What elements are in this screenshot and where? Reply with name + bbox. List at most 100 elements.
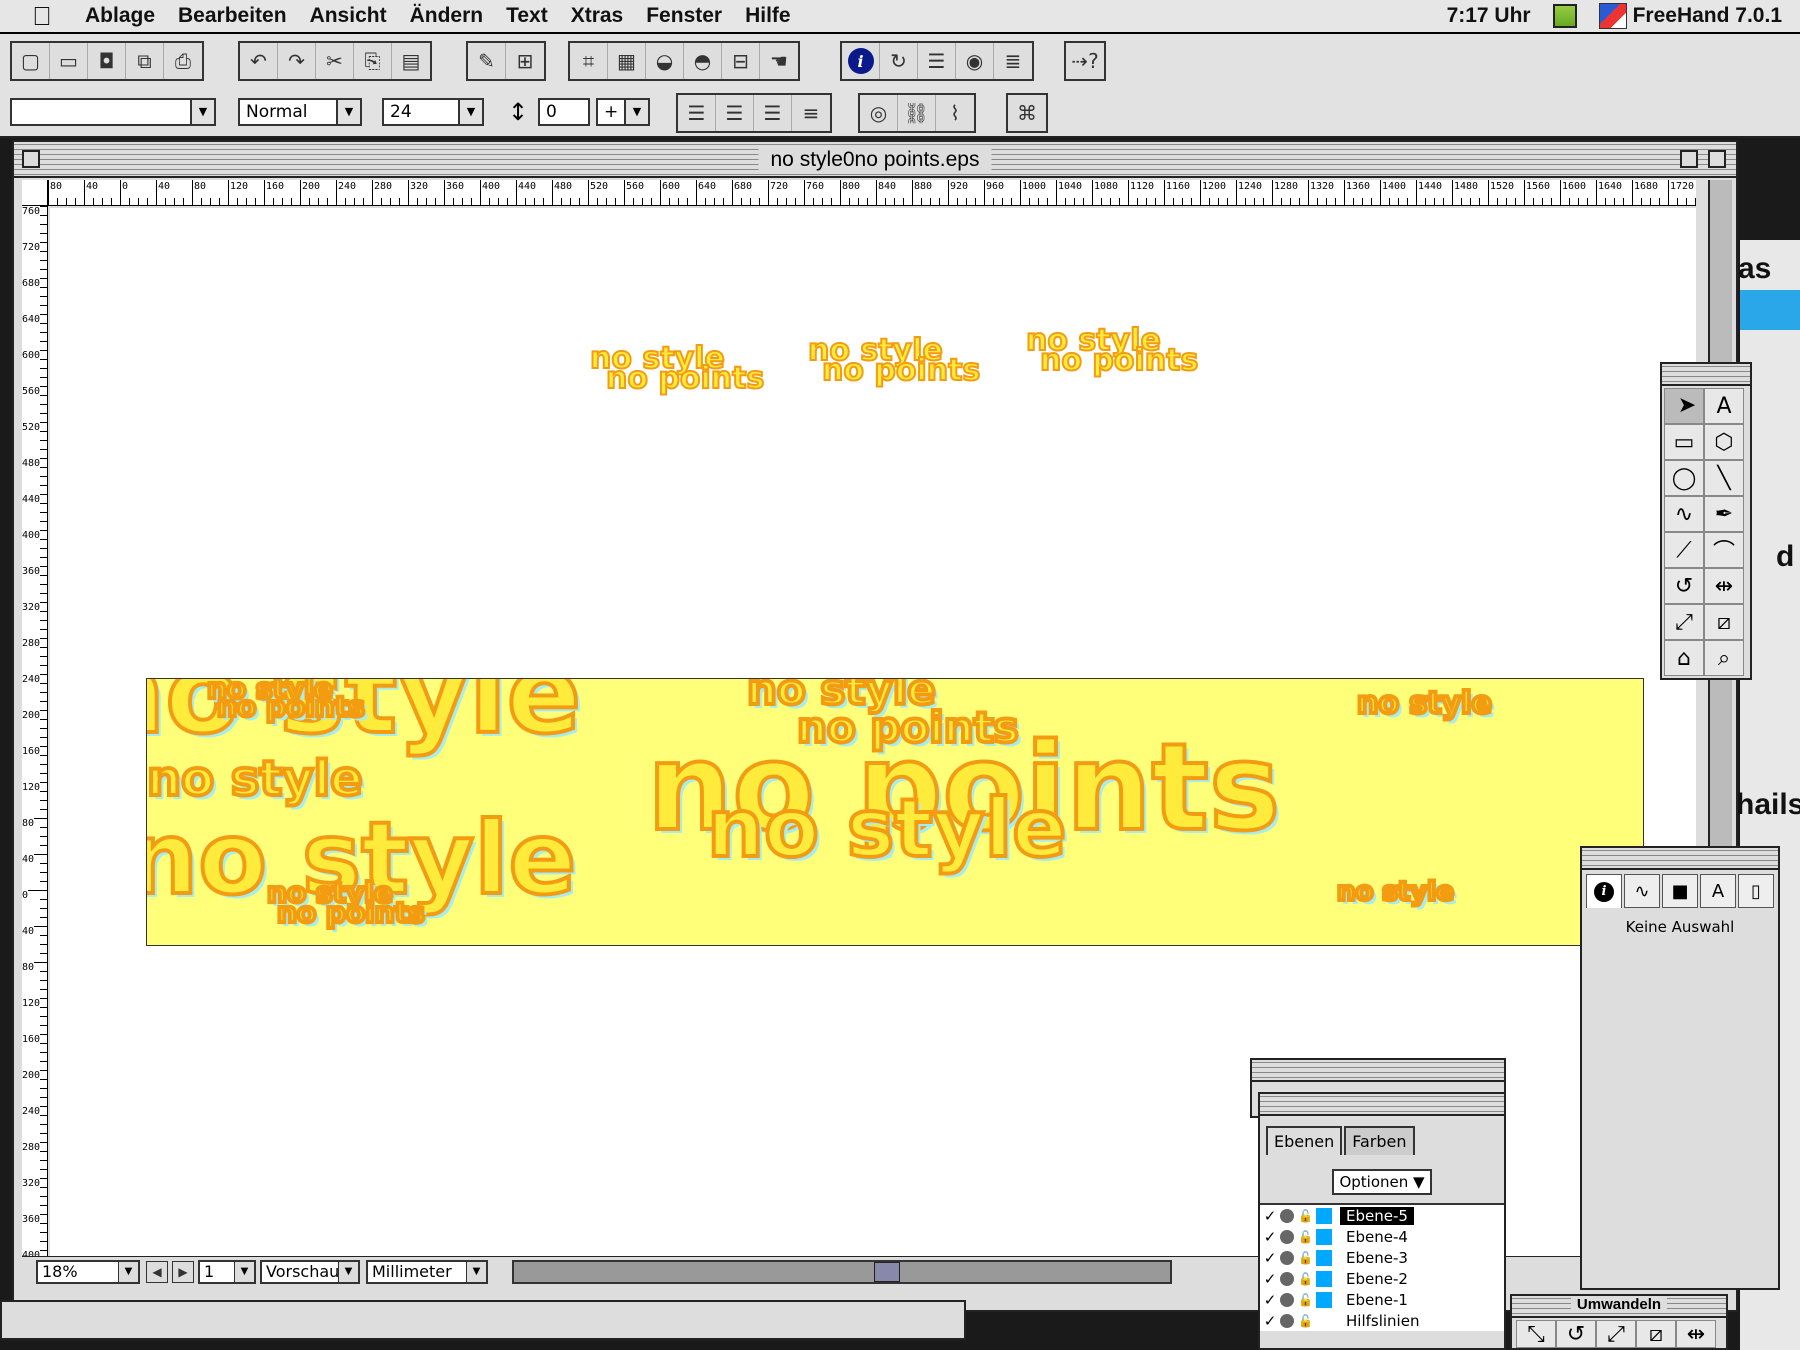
leading-input[interactable]: 0 [538,98,590,126]
bezigon-tool-icon[interactable]: ⌒ [1704,532,1744,568]
save-disk-icon[interactable]: ◘ [88,43,126,79]
style-dropdown[interactable]: Normal ▼ [238,98,362,126]
text-on-path-icon[interactable]: ◎ [860,95,898,131]
small-artwork[interactable]: no style no points no style no points no… [589,325,1290,438]
check-icon[interactable]: ✓ [1260,1270,1280,1288]
grid-icon[interactable]: ▦ [608,43,646,79]
pen-tool-icon[interactable]: ✒ [1704,496,1744,532]
color-mixer-icon[interactable]: ◉ [956,43,994,79]
pointer-tool-icon[interactable]: ➤ [1664,388,1704,424]
rotate-icon[interactable]: ↺ [1556,1320,1596,1348]
polygon-tool-icon[interactable]: ⬡ [1704,424,1744,460]
layer-row[interactable]: ✓ 🔓 Ebene-1 [1260,1289,1504,1310]
align-objects-icon[interactable]: ⊞ [506,43,544,79]
scale-tool-icon[interactable]: ⤢ [1664,604,1704,640]
apple-menu-icon[interactable]:  [22,1,62,32]
send-backward-icon[interactable]: ◓ [684,43,722,79]
cut-scissors-icon[interactable]: ✂ [316,43,354,79]
tab-ebenen[interactable]: Ebenen [1266,1126,1343,1155]
zoom-box-icon[interactable] [1680,150,1698,168]
visibility-dot-icon[interactable] [1280,1313,1294,1328]
horizontal-scrollbar[interactable] [512,1260,1172,1284]
print-icon[interactable]: ⎙ [164,43,202,79]
unlock-icon[interactable]: 🔓 [1298,1293,1313,1307]
layer-row[interactable]: ✓ 🔓 Ebene-5 [1260,1205,1504,1226]
transform-rotate-icon[interactable]: ↻ [880,43,918,79]
menu-hilfe[interactable]: Hilfe [745,4,791,28]
palette-titlebar[interactable] [1252,1060,1504,1082]
skew-tool-icon[interactable]: ⧄ [1704,604,1744,640]
duplicate-icon[interactable]: ⧉ [126,43,164,79]
document-titlebar[interactable]: no style0no points.eps [14,142,1736,178]
unlock-icon[interactable]: 🔓 [1298,1230,1313,1244]
menu-aendern[interactable]: Ändern [410,4,484,28]
layer-row[interactable]: ✓ 🔓 Ebene-2 [1260,1268,1504,1289]
collapse-box-icon[interactable] [1708,150,1726,168]
undo-icon[interactable]: ↶ [240,43,278,79]
fill-icon[interactable]: ■ [1662,874,1698,908]
inspector-titlebar[interactable] [1582,848,1778,870]
document-inspector-icon[interactable]: ▯ [1738,874,1774,908]
zoom-tool-icon[interactable]: ⌕ [1704,640,1744,676]
move-icon[interactable]: ⤡ [1516,1320,1556,1348]
menu-xtras[interactable]: Xtras [571,4,624,28]
unlock-hand-icon[interactable]: ☚ [760,43,798,79]
unlock-icon[interactable]: 🔓 [1298,1209,1313,1223]
align-right-icon[interactable]: ☰ [754,95,792,131]
open-folder-icon[interactable]: ▭ [50,43,88,79]
visibility-dot-icon[interactable] [1280,1229,1294,1244]
scroll-thumb[interactable] [874,1262,900,1282]
toolbox-titlebar[interactable] [1662,364,1750,386]
scale-icon[interactable]: ⤢ [1596,1320,1636,1348]
layer-row[interactable]: ✓ 🔓 Ebene-3 [1260,1247,1504,1268]
memory-icon[interactable] [1552,4,1577,28]
leading-mode-dropdown[interactable]: + ▼ [596,98,650,126]
info-icon[interactable]: i [842,43,880,79]
layers-titlebar[interactable] [1260,1094,1504,1116]
units-dropdown[interactable]: Millimeter ▼ [366,1260,488,1284]
freehand-app-icon[interactable] [1598,3,1627,29]
check-icon[interactable]: ✓ [1260,1291,1280,1309]
paste-clipboard-icon[interactable]: ▤ [392,43,430,79]
check-icon[interactable]: ✓ [1260,1312,1280,1330]
page-dropdown[interactable]: 1 ▼ [198,1260,256,1284]
visibility-dot-icon[interactable] [1280,1292,1294,1307]
reflect-tool-icon[interactable]: ⇹ [1704,568,1744,604]
layer-row[interactable]: ✓ 🔓 Ebene-4 [1260,1226,1504,1247]
previous-page-icon[interactable]: ◀ [146,1261,168,1283]
text-tool-icon[interactable]: ✎ [468,43,506,79]
view-mode-dropdown[interactable]: Vorschau ▼ [260,1260,360,1284]
rotate-tool-icon[interactable]: ↺ [1664,568,1704,604]
large-artwork[interactable]: no style no points no style no style no … [146,678,1644,946]
zoom-dropdown[interactable]: 18% ▼ [36,1260,140,1284]
link-text-icon[interactable]: ⛓ [898,95,936,131]
object-info-icon[interactable]: i [1586,874,1622,908]
copy-icon[interactable]: ⎘ [354,43,392,79]
check-icon[interactable]: ✓ [1260,1207,1280,1225]
visibility-dot-icon[interactable] [1280,1208,1294,1223]
freehand-tool-icon[interactable]: ∿ [1664,496,1704,532]
menu-ansicht[interactable]: Ansicht [310,4,387,28]
unlock-icon[interactable]: 🔓 [1298,1314,1313,1328]
application-menu[interactable]: FreeHand 7.0.1 [1633,4,1782,28]
ellipse-tool-icon[interactable]: ◯ [1664,460,1704,496]
envelope-icon[interactable]: ⌘ [1008,95,1046,131]
menu-bearbeiten[interactable]: Bearbeiten [178,4,287,28]
convert-to-paths-icon[interactable]: ⌇ [936,95,974,131]
skew-icon[interactable]: ⧄ [1636,1320,1676,1348]
transform-titlebar[interactable]: Umwandeln [1512,1296,1726,1318]
lock-icon[interactable]: ⊟ [722,43,760,79]
line-tool-icon[interactable]: ╲ [1704,460,1744,496]
menu-fenster[interactable]: Fenster [646,4,722,28]
reflect-icon[interactable]: ⇹ [1676,1320,1716,1348]
unlock-icon[interactable]: 🔓 [1298,1272,1313,1286]
menu-ablage[interactable]: Ablage [85,4,155,28]
options-dropdown[interactable]: Optionen ▼ [1332,1169,1432,1195]
text-inspector-icon[interactable]: A [1700,874,1736,908]
layer-row[interactable]: ✓ 🔓 Hilfslinien [1260,1310,1504,1331]
visibility-dot-icon[interactable] [1280,1250,1294,1265]
font-dropdown[interactable]: ▼ [10,98,216,126]
menu-text[interactable]: Text [506,4,548,28]
knife-tool-icon[interactable]: ⟋ [1664,532,1704,568]
text-tool-icon[interactable]: A [1704,388,1744,424]
